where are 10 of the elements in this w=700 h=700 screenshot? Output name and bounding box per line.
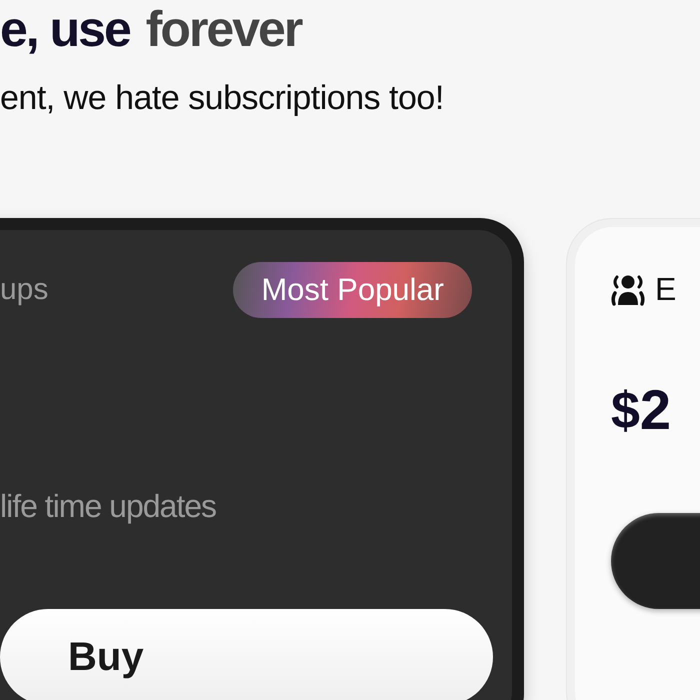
feature-text: life time updates xyxy=(0,488,216,525)
page-subtitle: ent, we hate subscriptions too! xyxy=(0,79,445,118)
page-heading: e, use forever xyxy=(0,0,303,57)
plan-title: ups xyxy=(0,273,48,307)
people-icon xyxy=(611,274,645,306)
price-amount: 2 xyxy=(640,388,672,433)
currency-symbol: $ xyxy=(611,391,640,433)
popular-badge: Most Popular xyxy=(233,262,472,318)
buy-button[interactable]: Buy xyxy=(0,609,493,700)
plan-title: E xyxy=(655,271,676,308)
